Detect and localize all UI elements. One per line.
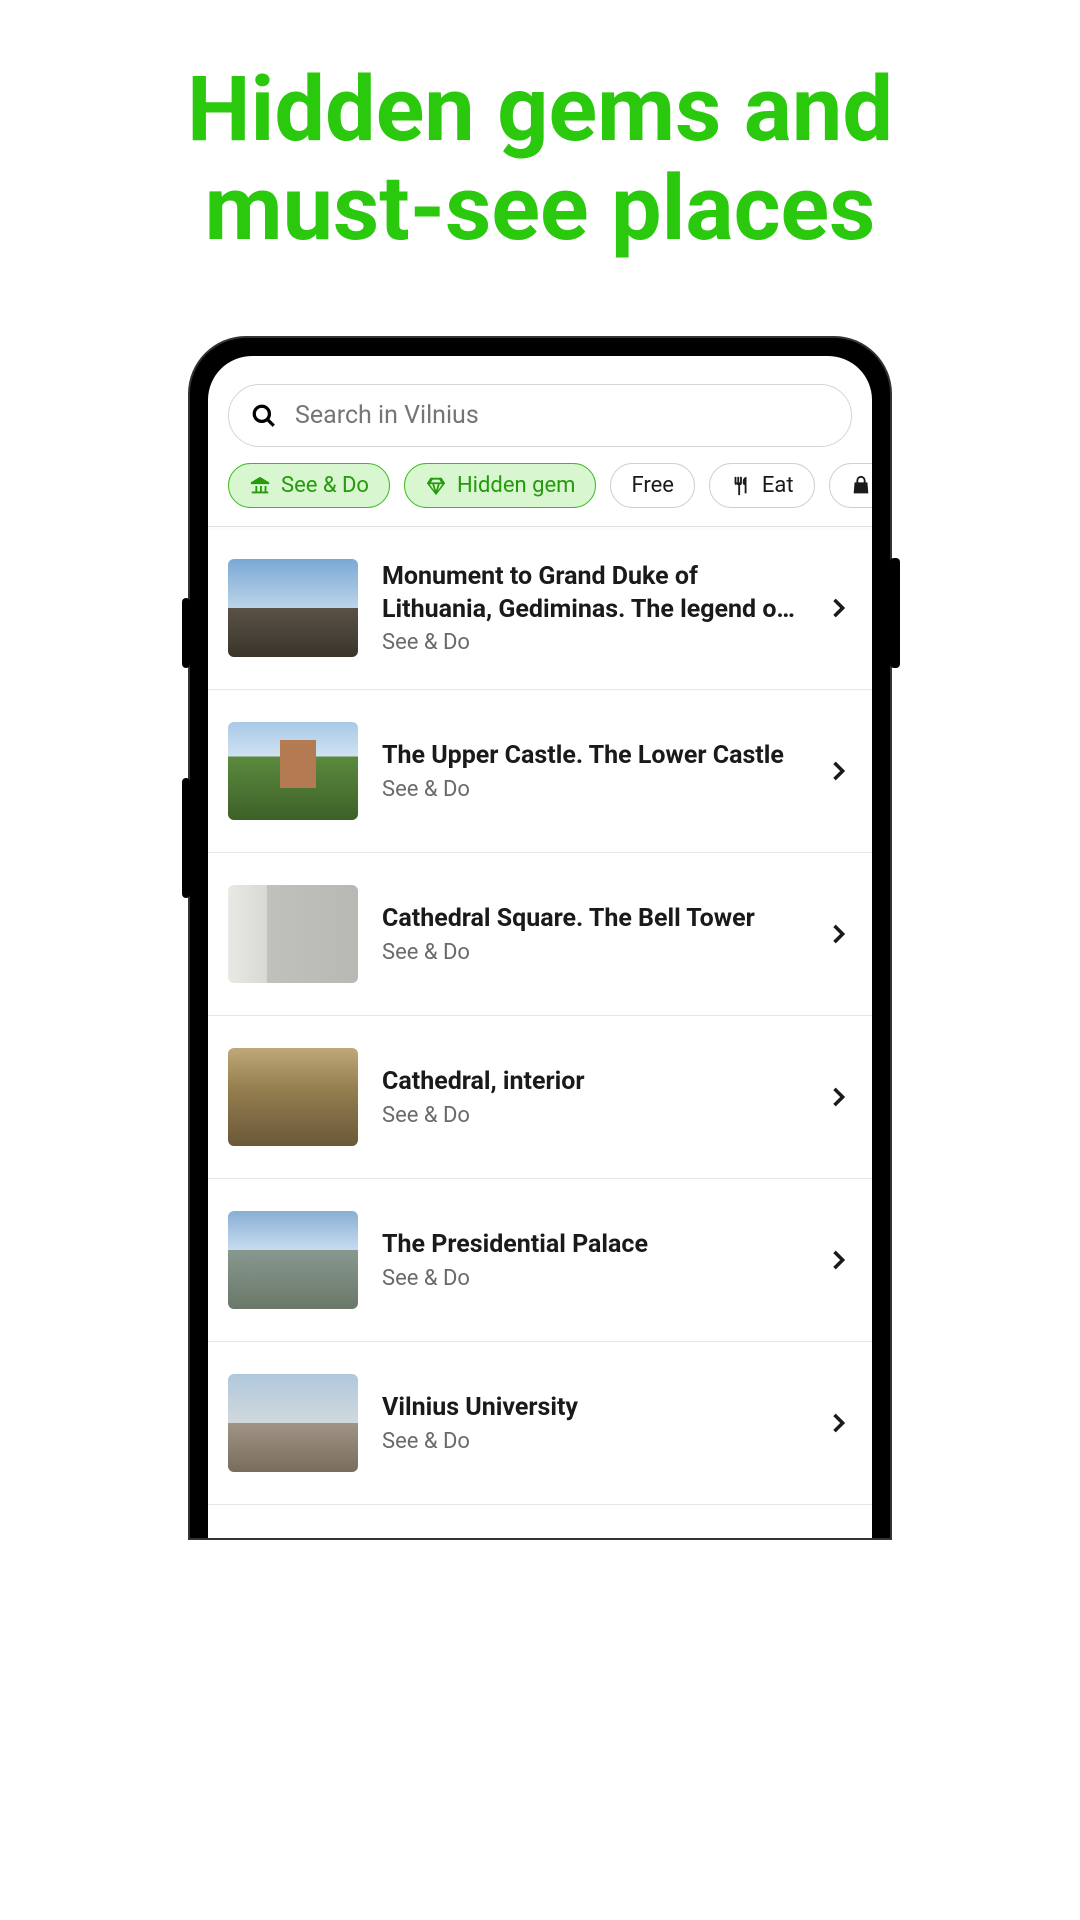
phone-frame: Search in Vilnius See & Do Hidden gem Fr… [190, 338, 890, 1538]
chip-label: Hidden gem [457, 473, 575, 498]
utensils-icon [730, 475, 752, 497]
chevron-right-icon [824, 594, 852, 622]
place-category: See & Do [382, 1266, 800, 1291]
place-category: See & Do [382, 1103, 800, 1128]
place-title: The Presidential Palace [382, 1229, 800, 1262]
chevron-right-icon [824, 1409, 852, 1437]
place-item[interactable]: Cathedral Square. The Bell Tower See & D… [208, 853, 872, 1016]
place-title: Cathedral, interior [382, 1066, 800, 1099]
place-item[interactable]: The Presidential Palace See & Do [208, 1179, 872, 1342]
places-list: Monument to Grand Duke of Lithuania, Ged… [208, 527, 872, 1505]
place-thumbnail [228, 1374, 358, 1472]
phone-volume-button [182, 778, 190, 898]
place-item[interactable]: The Upper Castle. The Lower Castle See &… [208, 690, 872, 853]
place-title: Monument to Grand Duke of Lithuania, Ged… [382, 561, 800, 626]
hero-line-2: must-see places [40, 159, 1040, 258]
place-thumbnail [228, 559, 358, 657]
place-title: The Upper Castle. The Lower Castle [382, 740, 800, 773]
place-item[interactable]: Vilnius University See & Do [208, 1342, 872, 1505]
filter-chip-see-do[interactable]: See & Do [228, 463, 390, 508]
hero-title: Hidden gems and must-see places [0, 0, 1080, 338]
place-title: Cathedral Square. The Bell Tower [382, 903, 800, 936]
chevron-right-icon [824, 757, 852, 785]
place-text: The Upper Castle. The Lower Castle See &… [382, 740, 800, 802]
filter-chip-shop[interactable]: Sh [829, 463, 872, 508]
place-text: The Presidential Palace See & Do [382, 1229, 800, 1291]
place-item[interactable]: Cathedral, interior See & Do [208, 1016, 872, 1179]
place-thumbnail [228, 722, 358, 820]
gem-icon [425, 475, 447, 497]
place-text: Vilnius University See & Do [382, 1392, 800, 1454]
place-text: Cathedral, interior See & Do [382, 1066, 800, 1128]
search-placeholder: Search in Vilnius [295, 401, 479, 430]
chip-label: Free [631, 473, 673, 498]
filter-chip-hidden-gem[interactable]: Hidden gem [404, 463, 596, 508]
phone-power-button [890, 558, 900, 668]
place-text: Monument to Grand Duke of Lithuania, Ged… [382, 561, 800, 655]
place-thumbnail [228, 1048, 358, 1146]
place-text: Cathedral Square. The Bell Tower See & D… [382, 903, 800, 965]
phone-screen: Search in Vilnius See & Do Hidden gem Fr… [208, 356, 872, 1538]
hero-line-1: Hidden gems and [40, 60, 1040, 159]
status-bar [208, 356, 872, 372]
place-thumbnail [228, 1211, 358, 1309]
museum-icon [249, 475, 271, 497]
search-input[interactable]: Search in Vilnius [228, 384, 852, 447]
chevron-right-icon [824, 1246, 852, 1274]
bag-icon [850, 475, 872, 497]
filter-chip-eat[interactable]: Eat [709, 463, 815, 508]
filter-chip-free[interactable]: Free [610, 463, 694, 508]
place-category: See & Do [382, 1429, 800, 1454]
place-category: See & Do [382, 630, 800, 655]
place-thumbnail [228, 885, 358, 983]
chip-label: Eat [762, 473, 794, 498]
chevron-right-icon [824, 1083, 852, 1111]
place-category: See & Do [382, 940, 800, 965]
search-icon [251, 403, 277, 429]
place-title: Vilnius University [382, 1392, 800, 1425]
place-item[interactable]: Monument to Grand Duke of Lithuania, Ged… [208, 527, 872, 690]
filter-chips: See & Do Hidden gem Free Eat [208, 463, 872, 526]
place-category: See & Do [382, 777, 800, 802]
chip-label: See & Do [281, 473, 369, 498]
chevron-right-icon [824, 920, 852, 948]
phone-volume-button [182, 598, 190, 668]
